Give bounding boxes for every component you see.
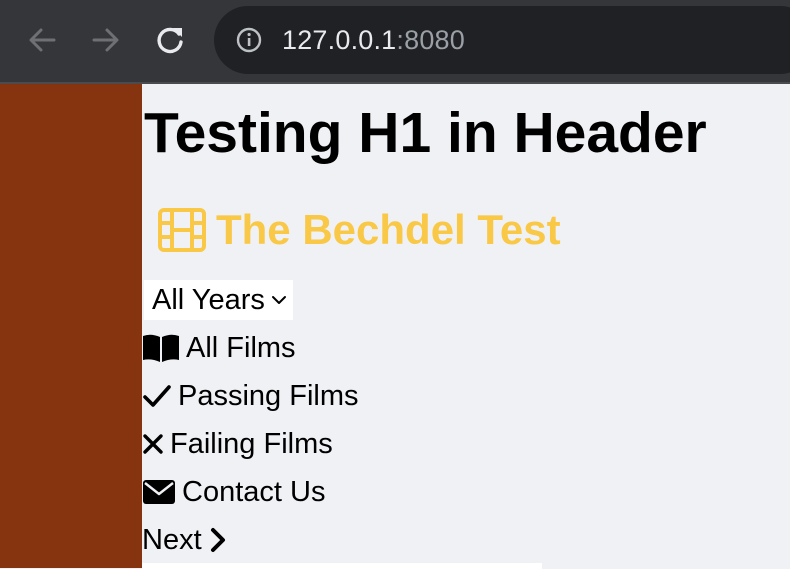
envelope-icon — [143, 480, 175, 504]
chevron-down-icon — [271, 296, 286, 304]
year-select-value: All Years — [152, 283, 265, 316]
site-title[interactable]: The Bechdel Test — [158, 202, 561, 258]
nav-failing-films-label: Failing Films — [170, 428, 333, 460]
content-divider — [142, 563, 542, 569]
browser-toolbar: 127.0.0.1:8080 — [0, 0, 790, 84]
sidebar — [0, 84, 142, 568]
nav-passing-films[interactable]: Passing Films — [142, 376, 359, 416]
nav-contact-us-label: Contact Us — [182, 476, 326, 508]
url-host: 127.0.0.1 — [282, 25, 397, 55]
address-bar[interactable]: 127.0.0.1:8080 — [214, 6, 790, 74]
check-icon — [143, 385, 171, 407]
year-select[interactable]: All Years — [144, 280, 293, 320]
chevron-right-icon — [210, 528, 225, 552]
book-open-icon — [143, 334, 179, 362]
url-port: :8080 — [396, 25, 465, 55]
back-button[interactable] — [24, 22, 60, 58]
nav-all-films[interactable]: All Films — [142, 328, 296, 368]
page-heading: Testing H1 in Header — [144, 101, 707, 165]
next-link[interactable]: Next — [142, 520, 228, 560]
film-icon — [158, 208, 206, 252]
forward-button[interactable] — [88, 22, 124, 58]
nav-contact-us[interactable]: Contact Us — [142, 472, 325, 512]
url-text[interactable]: 127.0.0.1:8080 — [282, 22, 465, 58]
nav-passing-films-label: Passing Films — [178, 380, 359, 412]
times-icon — [143, 434, 163, 454]
info-icon[interactable] — [236, 27, 262, 53]
arrow-right-icon — [92, 28, 119, 52]
reload-icon — [157, 27, 183, 54]
nav-all-films-label: All Films — [186, 332, 296, 364]
reload-button[interactable] — [152, 22, 188, 58]
page-content: Testing H1 in Header The Bechdel Test Al… — [142, 84, 790, 569]
arrow-left-icon — [29, 28, 56, 52]
site-title-text: The Bechdel Test — [216, 206, 561, 253]
nav-failing-films[interactable]: Failing Films — [142, 424, 333, 464]
next-link-label: Next — [142, 524, 202, 556]
